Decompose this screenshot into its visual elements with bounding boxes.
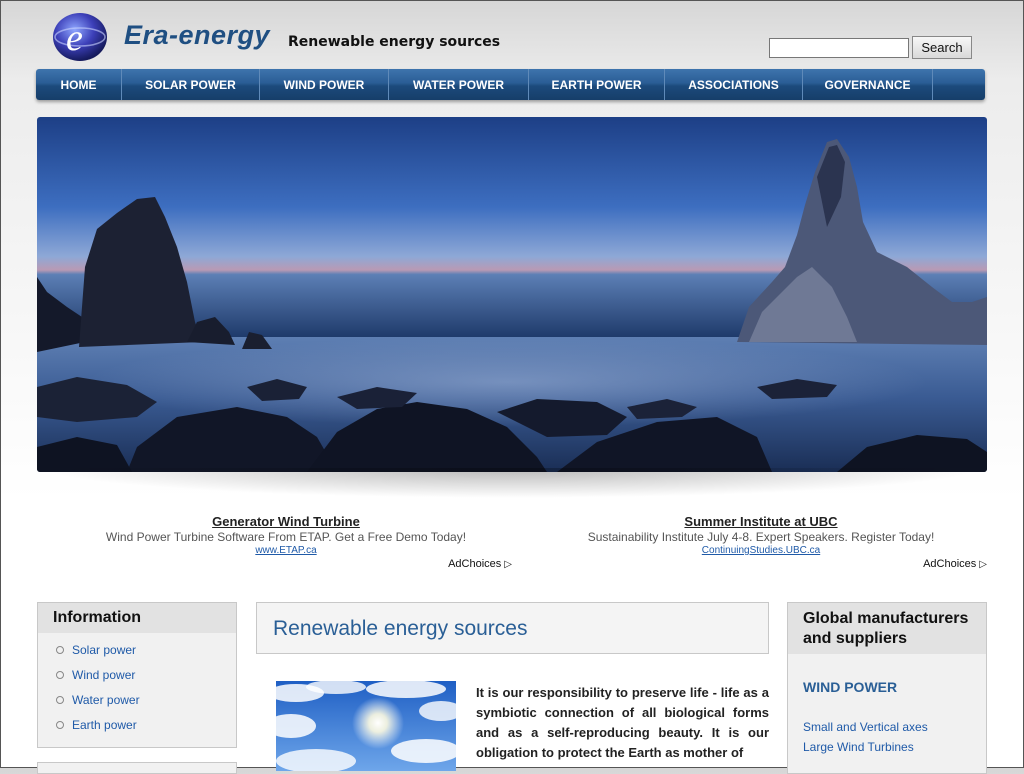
nav-home[interactable]: HOME: [36, 69, 122, 100]
manufacturers-box: Global manufacturers and suppliers WIND …: [787, 602, 987, 774]
nav-water-power[interactable]: WATER POWER: [389, 69, 529, 100]
info-link-earth-power[interactable]: Earth power: [56, 718, 236, 743]
era-energy-logo[interactable]: e: [52, 12, 108, 62]
adchoices-link[interactable]: AdChoices ▷: [923, 558, 987, 570]
ad-url[interactable]: www.ETAP.ca: [52, 545, 520, 556]
nav-associations[interactable]: ASSOCIATIONS: [665, 69, 803, 100]
ad-text: Wind Power Turbine Software From ETAP. G…: [105, 530, 467, 544]
information-box: Information Solar power Wind power Water…: [37, 602, 237, 748]
information-list: Solar power Wind power Water power Earth…: [38, 643, 236, 743]
page-title: Renewable energy sources: [273, 617, 528, 640]
ad-title[interactable]: Generator Wind Turbine: [52, 514, 520, 529]
link-small-vertical-axes[interactable]: Small and Vertical axes: [803, 720, 928, 734]
ad-unit-2[interactable]: Summer Institute at UBC Sustainability I…: [527, 512, 995, 574]
main-title-box: Renewable energy sources: [256, 602, 769, 654]
tagline: Renewable energy sources: [288, 34, 501, 50]
ad-text: Sustainability Institute July 4-8. Exper…: [587, 530, 935, 544]
bullet-icon: [56, 696, 64, 704]
adchoices-icon: ▷: [504, 559, 512, 570]
nav-solar-power[interactable]: SOLAR POWER: [122, 69, 260, 100]
ad-unit-1[interactable]: Generator Wind Turbine Wind Power Turbin…: [52, 512, 520, 574]
link-large-wind-turbines[interactable]: Large Wind Turbines: [803, 740, 914, 754]
info-link-wind-power[interactable]: Wind power: [56, 668, 236, 693]
search-input[interactable]: [769, 38, 909, 58]
information-title: Information: [38, 603, 236, 633]
info-link-solar-power[interactable]: Solar power: [56, 643, 236, 668]
secondary-sidebar-box: [37, 762, 237, 774]
main-nav: HOME SOLAR POWER WIND POWER WATER POWER …: [36, 69, 985, 100]
hero-shadow: [40, 468, 984, 498]
adchoices-icon: ▷: [979, 559, 987, 570]
intro-paragraph: It is our responsibility to preserve lif…: [476, 685, 769, 760]
manufacturers-title: Global manufacturers and suppliers: [788, 603, 986, 654]
sunny-sky-image: [276, 681, 456, 771]
bullet-icon: [56, 671, 64, 679]
nav-earth-power[interactable]: EARTH POWER: [529, 69, 665, 100]
ad-title[interactable]: Summer Institute at UBC: [527, 514, 995, 529]
bullet-icon: [56, 646, 64, 654]
info-link-water-power[interactable]: Water power: [56, 693, 236, 718]
hero-seascape-image: [37, 117, 987, 472]
wind-power-heading[interactable]: WIND POWER: [803, 679, 897, 695]
nav-governance[interactable]: GOVERNANCE: [803, 69, 933, 100]
adchoices-link[interactable]: AdChoices ▷: [448, 558, 512, 570]
brand-name[interactable]: Era-energy: [124, 20, 270, 51]
bullet-icon: [56, 721, 64, 729]
search-button[interactable]: Search: [912, 36, 972, 59]
nav-wind-power[interactable]: WIND POWER: [260, 69, 389, 100]
ad-url[interactable]: ContinuingStudies.UBC.ca: [527, 545, 995, 556]
svg-text:e: e: [66, 17, 83, 59]
